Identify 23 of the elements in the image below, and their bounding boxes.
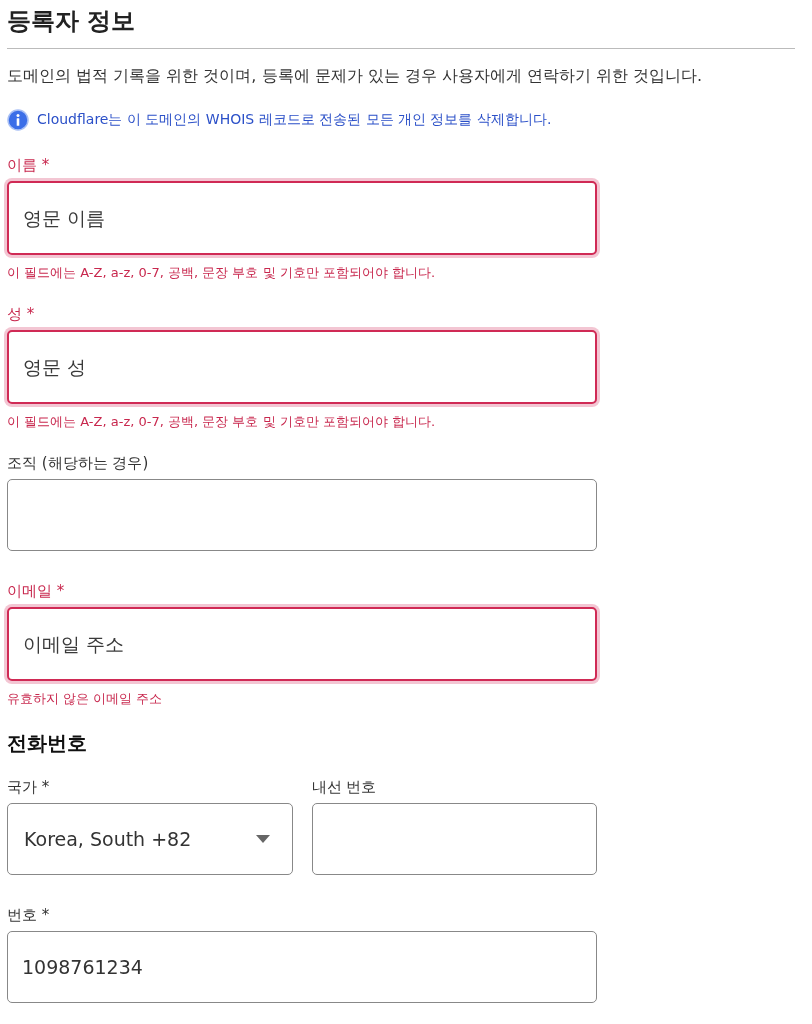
text-field[interactable]: 영문 성 bbox=[7, 330, 597, 404]
text-field[interactable]: 1098761234 bbox=[7, 931, 597, 1003]
field-label: 국가 * bbox=[7, 777, 51, 797]
caret-icon bbox=[255, 835, 270, 843]
field-label: 내선 번호 bbox=[311, 777, 378, 797]
section-heading: 전화번호 bbox=[7, 730, 88, 757]
field-label: 번호 * bbox=[7, 905, 51, 925]
notice-text: Cloudflare는 이 도메인의 WHOIS 레코드로 전송된 모든 개인 정보를 삭제합니다. bbox=[37, 111, 552, 129]
error-message: 이 필드에는 A-Z, a-z, 0-7, 공백, 문장 부호 및 기호만 포함되어야 합니다. bbox=[7, 264, 437, 282]
page-title: 등록자 정보 bbox=[7, 6, 137, 37]
field-label: 성 * bbox=[7, 304, 36, 324]
error-message: 유효하지 않은 이메일 주소 bbox=[7, 690, 164, 708]
field-label: 이메일 * bbox=[7, 581, 66, 601]
info-icon bbox=[7, 109, 29, 131]
description-text: 도메인의 법적 기록을 위한 것이며, 등록에 문제가 있는 경우 사용자에게 연락하기 위한 것입니다. bbox=[7, 65, 704, 87]
error-message: 이 필드에는 A-Z, a-z, 0-7, 공백, 문장 부호 및 기호만 포함되어야 합니다. bbox=[7, 413, 437, 431]
text-field[interactable]: 영문 이름 bbox=[7, 181, 597, 255]
field-label: 이름 * bbox=[7, 155, 51, 175]
country-select[interactable]: Korea, South +82 bbox=[7, 803, 293, 875]
text-field[interactable]: 이메일 주소 bbox=[7, 607, 597, 681]
text-field[interactable] bbox=[7, 479, 597, 551]
text-field[interactable] bbox=[311, 803, 597, 875]
field-label: 조직 (해당하는 경우) bbox=[7, 453, 150, 473]
